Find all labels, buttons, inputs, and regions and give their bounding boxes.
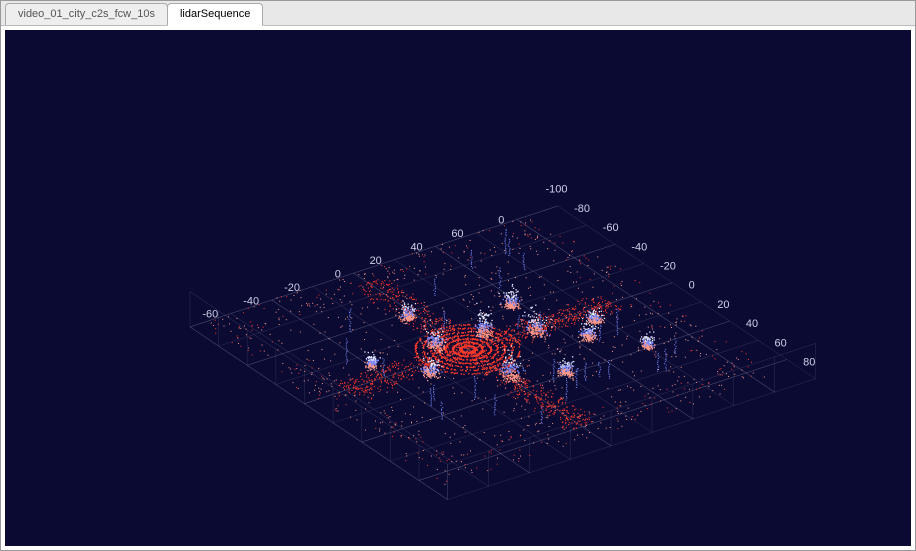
svg-text:-20: -20 bbox=[284, 282, 300, 294]
tab-video[interactable]: video_01_city_c2s_fcw_10s bbox=[5, 3, 168, 25]
svg-text:-100: -100 bbox=[546, 184, 568, 196]
svg-text:-20: -20 bbox=[660, 260, 676, 272]
svg-text:20: 20 bbox=[717, 299, 729, 311]
svg-text:20: 20 bbox=[370, 255, 382, 267]
svg-text:0: 0 bbox=[335, 268, 341, 280]
tab-bar: video_01_city_c2s_fcw_10s lidarSequence bbox=[1, 1, 915, 26]
svg-text:60: 60 bbox=[774, 337, 786, 349]
content-area: 60 40 20 0 -20 -40 -60 0 80 60 40 20 0 -20 -40 -60 -80 -1… bbox=[1, 26, 915, 550]
svg-text:-60: -60 bbox=[603, 222, 619, 234]
tab-label: video_01_city_c2s_fcw_10s bbox=[18, 8, 155, 20]
svg-text:40: 40 bbox=[746, 318, 758, 330]
svg-text:0: 0 bbox=[498, 215, 504, 227]
lidar-scene: 60 40 20 0 -20 -40 -60 0 80 60 40 20 0 -20 -40 -60 -80 -1… bbox=[5, 30, 911, 546]
svg-text:-60: -60 bbox=[202, 309, 218, 321]
svg-text:-80: -80 bbox=[574, 203, 590, 215]
svg-text:40: 40 bbox=[410, 242, 422, 254]
tab-label: lidarSequence bbox=[180, 8, 250, 20]
svg-text:0: 0 bbox=[689, 280, 695, 292]
lidar-viewport[interactable]: 60 40 20 0 -20 -40 -60 0 80 60 40 20 0 -20 -40 -60 -80 -1… bbox=[5, 30, 911, 546]
svg-text:60: 60 bbox=[451, 228, 463, 240]
app-window: video_01_city_c2s_fcw_10s lidarSequence … bbox=[0, 0, 916, 551]
svg-text:-40: -40 bbox=[631, 241, 647, 253]
svg-text:-40: -40 bbox=[243, 295, 259, 307]
tab-lidar[interactable]: lidarSequence bbox=[167, 3, 263, 26]
svg-text:80: 80 bbox=[803, 356, 815, 368]
